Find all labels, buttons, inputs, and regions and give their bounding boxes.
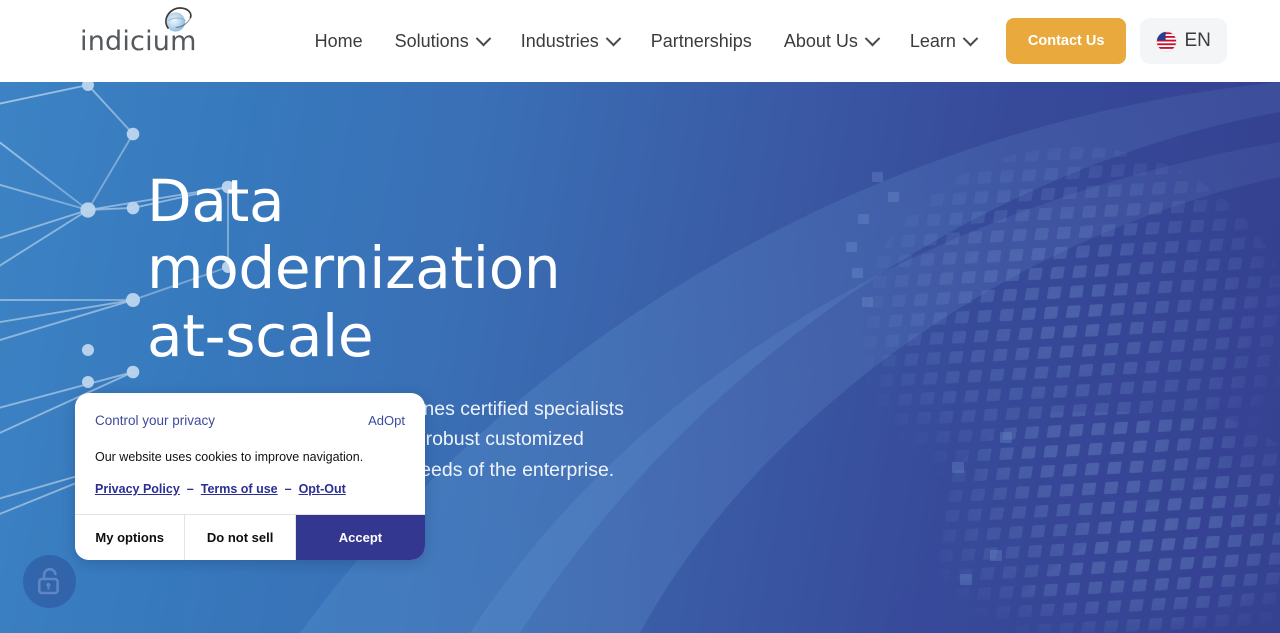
link-separator: – (186, 481, 194, 496)
page-root: indicium Home Solutions Industries Partn… (0, 0, 1280, 633)
nav-label: About Us (783, 30, 858, 51)
privacy-settings-button[interactable] (23, 555, 76, 608)
nav-item-learn[interactable]: Learn (894, 21, 992, 62)
cookie-banner-title: Control your privacy (95, 413, 216, 428)
swoosh-sphere-icon (165, 6, 192, 32)
nav-label: Learn (909, 30, 956, 51)
us-flag-icon (1156, 30, 1178, 52)
page-title: Data modernization at-scale (147, 167, 640, 370)
nav-item-home[interactable]: Home (299, 21, 379, 62)
opt-out-link[interactable]: Opt-Out (299, 482, 346, 496)
my-options-button[interactable]: My options (75, 514, 186, 560)
hero-title-line-2: at-scale (147, 301, 374, 370)
privacy-policy-link[interactable]: Privacy Policy (95, 482, 180, 496)
chevron-down-icon (605, 30, 622, 46)
nav-label: Partnerships (650, 30, 752, 51)
cookie-banner-message: Our website uses cookies to improve navi… (95, 450, 364, 464)
language-code: EN (1184, 30, 1211, 51)
unlocked-padlock-icon (37, 567, 59, 595)
nav-item-industries[interactable]: Industries (505, 21, 635, 62)
accept-cookies-button[interactable]: Accept (295, 514, 425, 560)
language-selector[interactable]: EN (1140, 18, 1227, 64)
nav-item-about-us[interactable]: About Us (768, 21, 894, 62)
site-header: indicium Home Solutions Industries Partn… (0, 0, 1280, 82)
cookie-banner-brand: AdOpt (368, 413, 405, 428)
logo[interactable]: indicium (80, 6, 197, 55)
cookie-banner-actions: My options Do not sell Accept (75, 513, 425, 560)
do-not-sell-button[interactable]: Do not sell (185, 514, 296, 560)
nav-label: Industries (520, 30, 599, 51)
chevron-down-icon (962, 30, 979, 46)
main-navigation: Home Solutions Industries Partnerships A… (299, 21, 992, 62)
chevron-down-icon (475, 30, 491, 46)
nav-label: Solutions (394, 30, 469, 51)
cookie-banner-links: Privacy Policy – Terms of use – Opt-Out (95, 482, 405, 496)
cookie-consent-banner: Control your privacy AdOpt Our website u… (75, 393, 425, 560)
terms-of-use-link[interactable]: Terms of use (201, 482, 278, 496)
cookie-banner-body: Control your privacy AdOpt Our website u… (75, 393, 425, 514)
cookie-banner-header: Control your privacy AdOpt (95, 413, 405, 428)
hero-title-line-1: Data modernization (147, 167, 561, 303)
chevron-down-icon (864, 30, 881, 46)
nav-item-partnerships[interactable]: Partnerships (635, 21, 768, 62)
nav-label: Home (314, 30, 363, 51)
contact-us-button[interactable]: Contact Us (1005, 18, 1127, 64)
link-separator: – (284, 481, 292, 496)
nav-item-solutions[interactable]: Solutions (379, 21, 505, 62)
